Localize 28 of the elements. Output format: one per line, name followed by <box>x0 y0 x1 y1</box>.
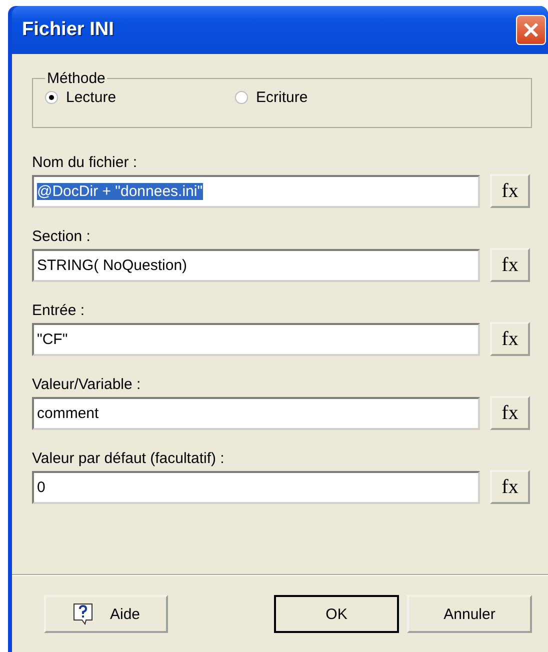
dialog-button[interactable]: OK <box>274 595 399 633</box>
fx-button[interactable]: fx <box>490 174 530 208</box>
close-button[interactable] <box>516 15 546 45</box>
group-label: Méthode <box>46 70 106 87</box>
fx-button[interactable]: fx <box>490 322 530 356</box>
field-label: Valeur par défaut (facultatif) : <box>32 450 226 467</box>
radio-option[interactable]: Lecture <box>45 89 235 106</box>
fx-button[interactable]: fx <box>490 396 530 430</box>
field-label: Section : <box>32 228 92 245</box>
close-icon <box>522 21 540 39</box>
window-title: Fichier INI <box>22 19 114 41</box>
field-label: Entrée : <box>32 302 86 319</box>
fx-button[interactable]: fx <box>490 248 530 282</box>
dialog-button[interactable]: Annuler <box>407 595 532 633</box>
fx-button[interactable]: fx <box>490 470 530 504</box>
help-button[interactable]: Aide <box>44 595 168 633</box>
radio-label: Ecriture <box>256 89 308 106</box>
radio-option[interactable]: Ecriture <box>235 89 425 106</box>
input-field[interactable]: @DocDir + "donnees.ini" <box>32 174 480 208</box>
field-label: Valeur/Variable : <box>32 376 142 393</box>
radio-button[interactable] <box>45 91 58 104</box>
input-field[interactable]: comment <box>32 396 480 430</box>
radio-label: Lecture <box>66 89 116 106</box>
input-field[interactable]: "CF" <box>32 322 480 356</box>
input-field[interactable]: STRING( NoQuestion) <box>32 248 480 282</box>
input-field[interactable]: 0 <box>32 470 480 504</box>
field-label: Nom du fichier : <box>32 154 138 171</box>
radio-button[interactable] <box>235 91 248 104</box>
